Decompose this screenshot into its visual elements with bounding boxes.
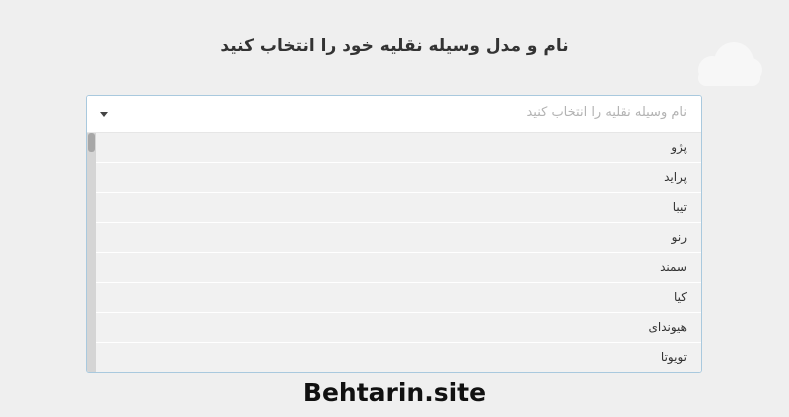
scrollbar[interactable] [87, 133, 96, 372]
vehicle-select[interactable]: نام وسیله نقلیه را انتخاب کنید پژو پراید… [86, 95, 702, 373]
options-items: پژو پراید تیبا رنو سمند کیا هیوندای تویو… [96, 133, 701, 372]
list-item[interactable]: رنو [96, 223, 701, 253]
vehicle-select-placeholder: نام وسیله نقلیه را انتخاب کنید [526, 105, 687, 120]
caret-down-icon[interactable] [100, 112, 108, 117]
list-item[interactable]: هیوندای [96, 313, 701, 343]
vehicle-select-header[interactable]: نام وسیله نقلیه را انتخاب کنید [87, 96, 701, 133]
list-item[interactable]: سمند [96, 253, 701, 283]
page-title: نام و مدل وسیله نقلیه خود را انتخاب کنید [220, 36, 569, 56]
vehicle-options-list: پژو پراید تیبا رنو سمند کیا هیوندای تویو… [87, 133, 701, 372]
list-item[interactable]: پژو [96, 133, 701, 163]
list-item[interactable]: پراید [96, 163, 701, 193]
scrollbar-thumb[interactable] [88, 133, 95, 152]
list-item[interactable]: تیبا [96, 193, 701, 223]
watermark: Behtarin.site [302, 378, 487, 407]
list-item[interactable]: کیا [96, 283, 701, 313]
list-item[interactable]: تویوتا [96, 343, 701, 372]
